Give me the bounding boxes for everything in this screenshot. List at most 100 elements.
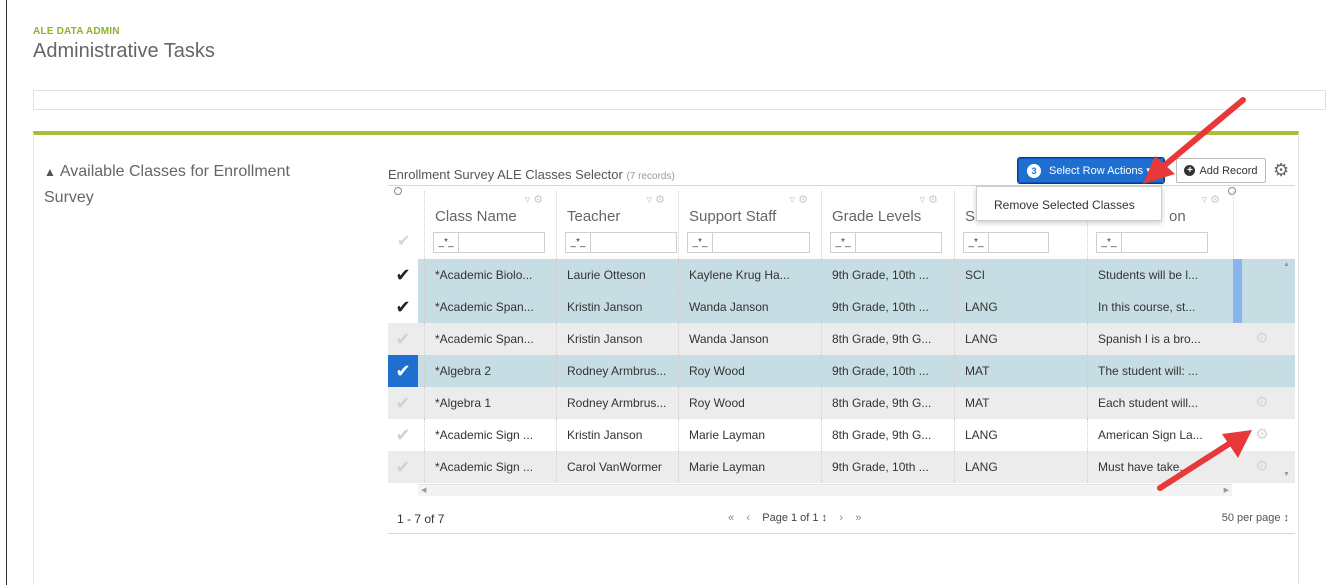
filter-input-subject[interactable]: _*_ [963, 232, 1049, 253]
filter-operator[interactable]: _*_ [688, 233, 713, 252]
cell-support-staff[interactable]: Marie Layman [678, 451, 821, 483]
cell-teacher[interactable]: Kristin Janson [556, 419, 678, 451]
filter-icon[interactable]: ▿⚙ [647, 193, 668, 206]
filter-input-grade-levels[interactable]: _*_ [830, 232, 942, 253]
scroll-down-arrow[interactable]: ▼ [1283, 471, 1290, 478]
selection-indicator [1233, 291, 1242, 323]
filter-operator[interactable]: _*_ [831, 233, 856, 252]
table-row[interactable]: ✔ *Academic Span... Kristin Janson Wanda Ja… [388, 323, 1295, 355]
row-check-icon[interactable]: ✔ [388, 291, 418, 323]
last-page-button[interactable]: » [855, 512, 861, 524]
page-select[interactable]: Page 1 of 1 ↕ [762, 512, 827, 524]
cell-support-staff[interactable]: Wanda Janson [678, 291, 821, 323]
cell-grade-levels[interactable]: 8th Grade, 9th G... [821, 419, 951, 451]
select-all-check-icon[interactable]: ✔ [397, 231, 410, 251]
column-label: Class Name [435, 208, 517, 225]
cell-grade-levels[interactable]: 8th Grade, 9th G... [821, 323, 951, 355]
cell-description[interactable]: In this course, st... [1087, 291, 1233, 323]
cell-grade-levels[interactable]: 9th Grade, 10th ... [821, 259, 951, 291]
row-gear-icon[interactable]: ⚙ [1244, 323, 1280, 355]
filter-input-description[interactable]: _*_ [1096, 232, 1208, 253]
filter-operator[interactable]: _*_ [566, 233, 591, 252]
row-check-icon[interactable]: ✔ [388, 259, 418, 291]
cell-description[interactable]: The student will: ... [1087, 355, 1233, 387]
row-check-icon[interactable]: ✔ [388, 419, 418, 451]
row-gear-icon[interactable]: ⚙ [1244, 291, 1280, 323]
cell-teacher[interactable]: Rodney Armbrus... [556, 355, 678, 387]
row-check-icon[interactable]: ✔ [388, 323, 418, 355]
column-header-class-name[interactable]: ▿⚙ Class Name _*_ [424, 191, 556, 259]
vertical-scrollbar[interactable]: ▲ ▼ [1281, 259, 1291, 483]
column-label: Teacher [567, 208, 621, 225]
cell-class-name[interactable]: *Academic Sign ... [424, 419, 556, 451]
cell-subject[interactable]: LANG [954, 419, 1084, 451]
column-header-teacher[interactable]: ▿⚙ Teacher _*_ [556, 191, 678, 259]
cell-grade-levels[interactable]: 9th Grade, 10th ... [821, 451, 951, 483]
cell-subject[interactable]: SCI [954, 259, 1084, 291]
cell-grade-levels[interactable]: 9th Grade, 10th ... [821, 291, 951, 323]
cell-class-name[interactable]: *Academic Span... [424, 291, 556, 323]
cell-subject[interactable]: LANG [954, 323, 1084, 355]
row-check-icon[interactable]: ✔ [388, 451, 418, 483]
column-header-grade-levels[interactable]: ▿⚙ Grade Levels _*_ [821, 191, 951, 259]
filter-input-class-name[interactable]: _*_ [433, 232, 545, 253]
next-page-button[interactable]: › [839, 512, 843, 524]
filter-icon[interactable]: ▿⚙ [525, 193, 546, 206]
prev-page-button[interactable]: ‹ [746, 512, 750, 524]
cell-grade-levels[interactable]: 9th Grade, 10th ... [821, 355, 951, 387]
section-title[interactable]: ▲ Available Classes for Enrollment Survey [44, 159, 344, 210]
cell-class-name[interactable]: *Academic Biolo... [424, 259, 556, 291]
chevron-up-icon[interactable]: ▲ [44, 165, 56, 179]
per-page-select[interactable]: 50 per page ↕ [1222, 512, 1289, 524]
table-row[interactable]: ✔ *Algebra 1 Rodney Armbrus... Roy Wood 8th … [388, 387, 1295, 419]
cell-teacher[interactable]: Laurie Otteson [556, 259, 678, 291]
filter-input-support-staff[interactable]: _*_ [687, 232, 810, 253]
row-check-icon[interactable]: ✔ [388, 387, 418, 419]
cell-support-staff[interactable]: Wanda Janson [678, 323, 821, 355]
cell-teacher[interactable]: Rodney Armbrus... [556, 387, 678, 419]
cell-subject[interactable]: LANG [954, 291, 1084, 323]
scroll-left-arrow[interactable]: ◀ [421, 486, 426, 494]
filter-icon[interactable]: ▿⚙ [790, 193, 811, 206]
filter-operator[interactable]: _*_ [434, 233, 459, 252]
resize-handle[interactable] [394, 187, 402, 195]
row-gear-icon[interactable]: ⚙ [1244, 387, 1280, 419]
cell-teacher[interactable]: Carol VanWormer [556, 451, 678, 483]
row-gear-icon[interactable]: ⚙ [1244, 355, 1280, 387]
table-row[interactable]: ✔ *Academic Biolo... Laurie Otteson Kaylene… [388, 259, 1295, 291]
column-header-support-staff[interactable]: ▿⚙ Support Staff _*_ [678, 191, 821, 259]
cell-class-name[interactable]: *Academic Span... [424, 323, 556, 355]
filter-icon[interactable]: ▿⚙ [1202, 193, 1223, 206]
cell-grade-levels[interactable]: 8th Grade, 9th G... [821, 387, 951, 419]
cell-description[interactable]: Each student will... [1087, 387, 1233, 419]
filter-operator[interactable]: _*_ [964, 233, 989, 252]
row-gear-icon[interactable]: ⚙ [1244, 259, 1280, 291]
cell-class-name[interactable]: *Academic Sign ... [424, 451, 556, 483]
cell-subject[interactable]: MAT [954, 355, 1084, 387]
filter-operator[interactable]: _*_ [1097, 233, 1122, 252]
cell-teacher[interactable]: Kristin Janson [556, 291, 678, 323]
scroll-up-arrow[interactable]: ▲ [1283, 261, 1290, 268]
first-page-button[interactable]: « [728, 512, 734, 524]
table-row[interactable]: ✔ *Academic Span... Kristin Janson Wanda Ja… [388, 291, 1295, 323]
cell-class-name[interactable]: *Algebra 1 [424, 387, 556, 419]
cell-support-staff[interactable]: Roy Wood [678, 387, 821, 419]
cell-support-staff[interactable]: Kaylene Krug Ha... [678, 259, 821, 291]
cell-class-name[interactable]: *Algebra 2 [424, 355, 556, 387]
cell-support-staff[interactable]: Roy Wood [678, 355, 821, 387]
horizontal-scrollbar[interactable]: ◀ ▶ [418, 484, 1232, 496]
select-all-header[interactable]: ✔ [388, 191, 418, 259]
filter-icon[interactable]: ▿⚙ [920, 193, 941, 206]
table-row[interactable]: ✔ *Algebra 2 Rodney Armbrus... Roy Wood 9th … [388, 355, 1295, 387]
cell-support-staff[interactable]: Marie Layman [678, 419, 821, 451]
remove-selected-classes-item[interactable]: Remove Selected Classes [994, 198, 1135, 212]
cell-subject[interactable]: LANG [954, 451, 1084, 483]
row-check-icon[interactable]: ✔ [388, 355, 418, 387]
cell-description[interactable]: Students will be l... [1087, 259, 1233, 291]
gear-icon[interactable]: ⚙ [1273, 160, 1289, 181]
filter-input-teacher[interactable]: _*_ [565, 232, 677, 253]
cell-teacher[interactable]: Kristin Janson [556, 323, 678, 355]
cell-subject[interactable]: MAT [954, 387, 1084, 419]
pagination: « ‹ Page 1 of 1 ↕ › » [728, 512, 861, 524]
cell-description[interactable]: Spanish I is a bro... [1087, 323, 1233, 355]
